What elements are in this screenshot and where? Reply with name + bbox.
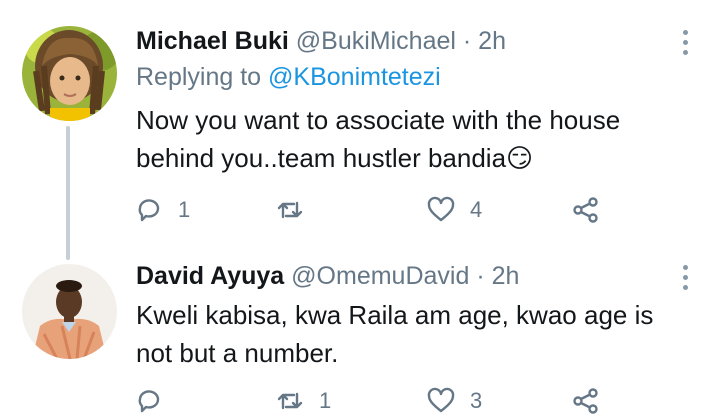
share-icon — [573, 388, 598, 414]
reply-button[interactable] — [134, 385, 178, 417]
replying-to: Replying to @KBonimtetezi — [136, 62, 441, 92]
more-icon[interactable] — [680, 265, 692, 295]
author-handle[interactable]: @BukiMichael — [296, 27, 456, 55]
retweet-button[interactable] — [275, 194, 319, 226]
timestamp[interactable]: 2h — [478, 27, 506, 55]
tweet-text-line: Kweli kabisa, kwa Raila am age, kwao age… — [136, 300, 654, 330]
tweet-text: Now you want to associate with the house… — [136, 101, 696, 177]
reply-count: 1 — [178, 197, 191, 222]
tweet-text-line: not but a number. — [136, 338, 339, 368]
reply-button[interactable]: 1 — [134, 194, 190, 226]
like-button[interactable]: 3 — [426, 385, 482, 417]
timestamp[interactable]: 2h — [492, 262, 520, 290]
share-icon — [573, 197, 598, 223]
reply-icon — [138, 390, 160, 413]
avatar-david-ayuya[interactable] — [22, 264, 117, 359]
share-button[interactable] — [571, 385, 601, 417]
retweet-icon — [277, 201, 303, 219]
tweet-text-line: behind you..team hustler bandia😏 — [136, 143, 534, 173]
author-handle[interactable]: @OmemuDavid — [291, 262, 469, 290]
tweet-text-line: Now you want to associate with the house — [136, 105, 621, 135]
avatar-michael-buki[interactable] — [22, 26, 117, 121]
retweet-count: 1 — [319, 388, 332, 413]
separator: · — [476, 262, 485, 290]
share-button[interactable] — [571, 194, 601, 226]
tweet-text: Kweli kabisa, kwa Raila am age, kwao age… — [136, 296, 696, 372]
reply-icon — [138, 199, 160, 222]
like-icon — [427, 196, 455, 222]
tweet-header: David Ayuya @OmemuDavid · 2h — [136, 261, 519, 291]
like-icon — [427, 387, 455, 413]
mention-link[interactable]: @KBonimtetezi — [268, 63, 441, 91]
retweet-button[interactable]: 1 — [275, 385, 331, 417]
author-name[interactable]: David Ayuya — [136, 262, 284, 290]
like-button[interactable]: 4 — [426, 194, 482, 226]
author-name[interactable]: Michael Buki — [136, 27, 289, 55]
thread-line — [66, 126, 70, 260]
like-count: 3 — [470, 388, 483, 413]
retweet-icon — [277, 392, 303, 410]
like-count: 4 — [470, 197, 483, 222]
tweet-header: Michael Buki @BukiMichael · 2h — [136, 26, 506, 56]
separator: · — [462, 27, 472, 55]
more-icon[interactable] — [680, 30, 692, 60]
replying-prefix: Replying to — [136, 63, 262, 91]
